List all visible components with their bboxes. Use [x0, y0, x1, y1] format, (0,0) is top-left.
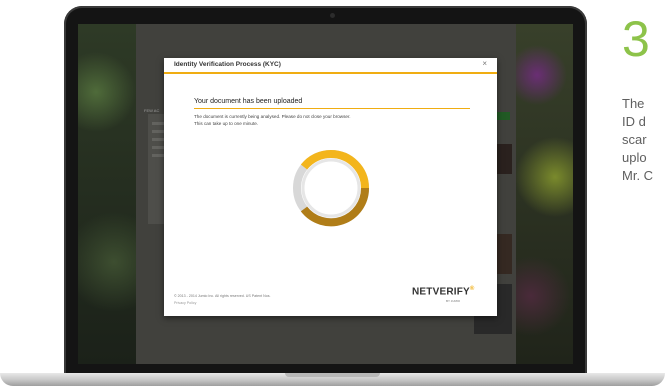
netverify-logo: NETVERIFY®: [412, 286, 475, 297]
caption-line: uplo: [622, 150, 647, 165]
loading-spinner-icon: [293, 149, 370, 227]
step-number: 3: [622, 11, 650, 67]
heading-divider: [194, 108, 470, 109]
footer-copyright: © 2013 - 2014 Jumio Inc. All rights rese…: [174, 294, 271, 298]
background-image-right: [513, 24, 573, 364]
kyc-modal: Identity Verification Process (KYC) × Yo…: [164, 58, 497, 316]
caption-line: scar: [622, 132, 647, 147]
status-message-line: This can take up to one minute.: [194, 121, 259, 126]
camera-icon: [330, 13, 335, 18]
modal-title: Identity Verification Process (KYC): [174, 61, 281, 68]
brand-mark: ®: [469, 286, 475, 292]
background-image-left: [78, 24, 138, 364]
brand-subtitle: BY JUMIO: [446, 299, 461, 303]
caption-line: ID d: [622, 114, 646, 129]
close-icon[interactable]: ×: [482, 59, 487, 68]
laptop-screen: FEW AC Identity Verification Process (KY…: [78, 24, 573, 364]
caption-line: The: [622, 96, 645, 111]
laptop-base-notch: [285, 373, 380, 377]
status-message-line: The document is currently being analysed…: [194, 114, 351, 119]
privacy-policy-link[interactable]: Privacy Policy: [174, 301, 196, 305]
brand-name: NETVERIFY: [412, 286, 470, 298]
upload-heading: Your document has been uploaded: [194, 98, 303, 105]
spinner-inner-ring: [301, 158, 361, 218]
modal-header: Identity Verification Process (KYC) ×: [164, 58, 497, 74]
caption-line: Mr. C: [622, 168, 654, 183]
